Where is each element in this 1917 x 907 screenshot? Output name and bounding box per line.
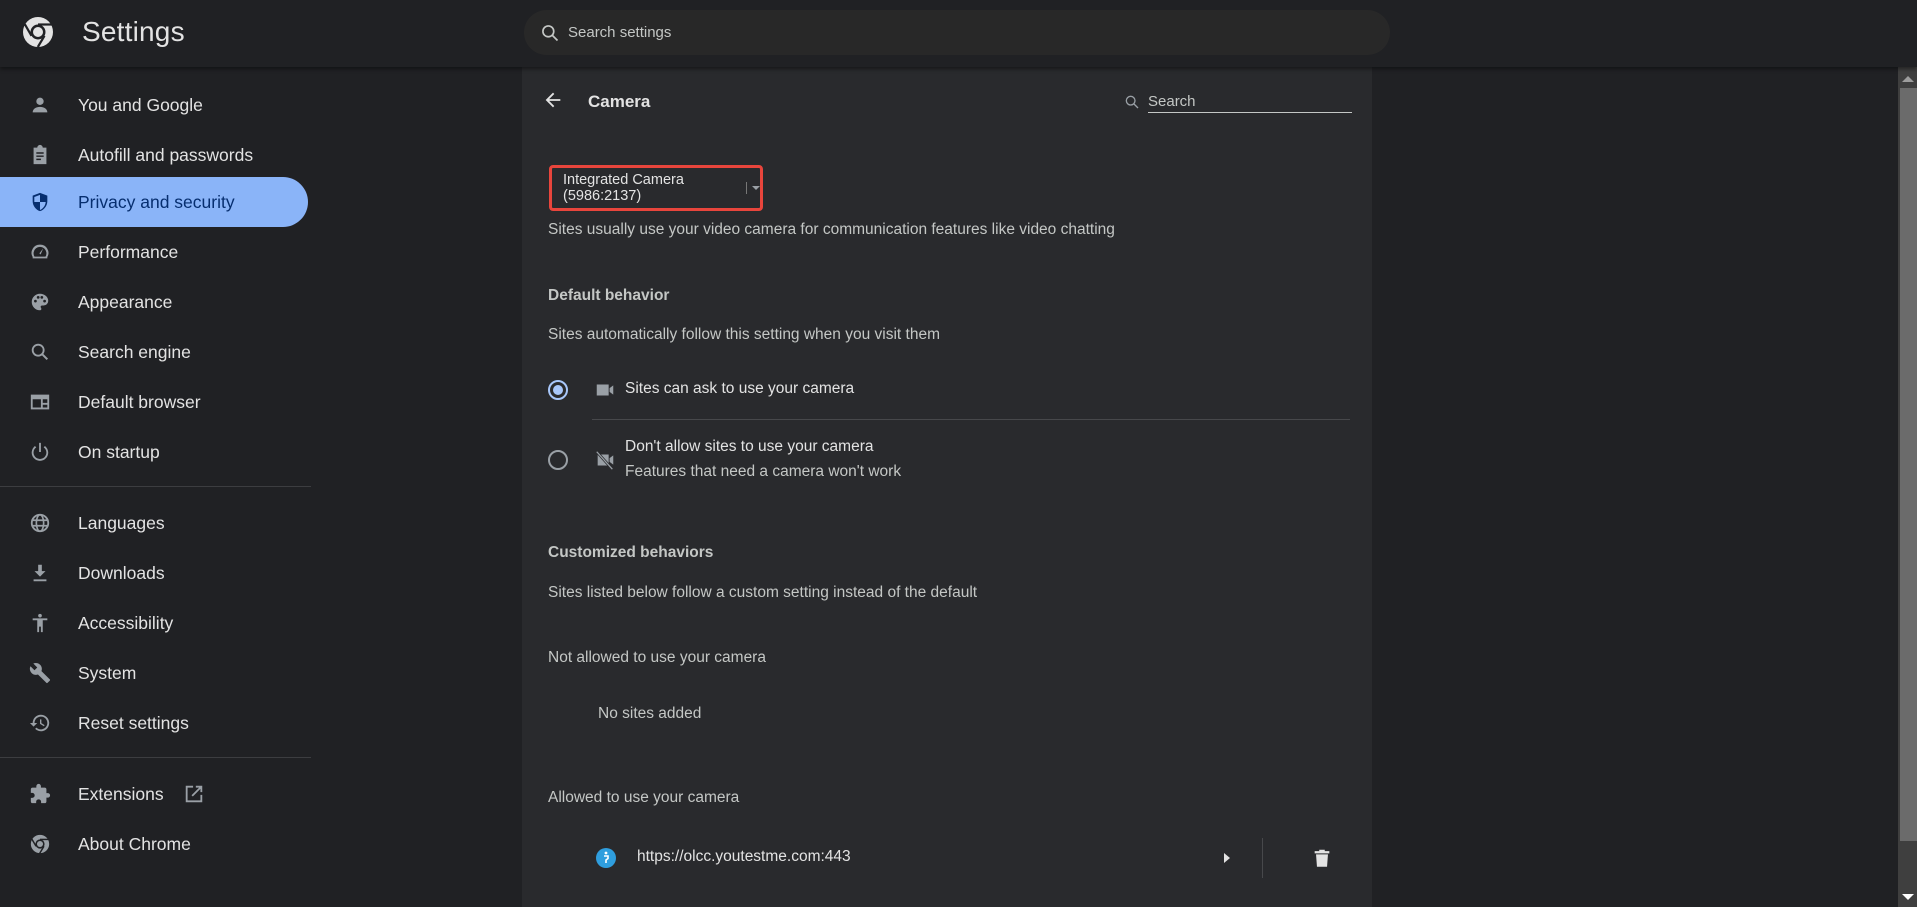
default-behavior-heading: Default behavior [548, 287, 670, 304]
search-settings-box[interactable] [524, 10, 1390, 55]
arrow-back-icon [545, 92, 561, 108]
camera-search-input[interactable] [1148, 91, 1352, 113]
customized-behaviors-heading: Customized behaviors [548, 544, 714, 561]
page-scrollbar[interactable] [1898, 67, 1917, 907]
no-sites-added-text: No sites added [598, 705, 702, 722]
sidebar-item-label: Privacy and security [78, 191, 235, 212]
card-header: Camera [522, 67, 1372, 137]
puzzle-icon [28, 782, 52, 806]
customized-behaviors-description: Sites listed below follow a custom setti… [548, 584, 978, 601]
sidebar-item-label: Search engine [78, 341, 191, 362]
sidebar-item-label: Reset settings [78, 712, 189, 733]
site-url: https://olcc.youtestme.com:443 [637, 848, 851, 865]
sidebar-item-autofill[interactable]: Autofill and passwords [0, 130, 308, 180]
speedometer-icon [28, 240, 52, 264]
scroll-down-arrow[interactable] [1902, 894, 1914, 900]
sidebar-item-reset-settings[interactable]: Reset settings [0, 698, 308, 748]
search-icon [542, 24, 559, 41]
person-icon [28, 93, 52, 117]
sidebar-item-system[interactable]: System [0, 648, 308, 698]
site-row-divider [1262, 838, 1263, 878]
shield-icon [28, 190, 52, 214]
download-icon [28, 561, 52, 585]
sidebar-item-label: System [78, 662, 137, 683]
back-button[interactable] [542, 89, 566, 113]
sidebar: You and Google Autofill and passwords Pr… [0, 67, 320, 907]
sidebar-item-default-browser[interactable]: Default browser [0, 377, 308, 427]
sidebar-item-extensions[interactable]: Extensions [0, 769, 308, 819]
accessibility-icon [28, 611, 52, 635]
history-icon [28, 711, 52, 735]
sidebar-item-accessibility[interactable]: Accessibility [0, 598, 308, 648]
sidebar-item-on-startup[interactable]: On startup [0, 427, 308, 477]
top-bar: Settings [0, 0, 1917, 67]
search-icon [1125, 95, 1139, 109]
sidebar-item-search-engine[interactable]: Search engine [0, 327, 308, 377]
sidebar-item-label: You and Google [78, 94, 203, 115]
camera-settings-card: Camera Integrated Camera (5986:2137) Sit… [522, 67, 1372, 907]
camera-description: Sites usually use your video camera for … [548, 221, 1115, 238]
arrow-right-icon [1224, 853, 1230, 863]
globe-icon [28, 511, 52, 535]
option-divider [592, 419, 1350, 420]
sidebar-item-label: Languages [78, 512, 165, 533]
scroll-thumb[interactable] [1900, 88, 1917, 841]
search-settings-input[interactable] [568, 24, 1348, 41]
sidebar-item-label: Autofill and passwords [78, 144, 254, 165]
sidebar-item-label: Appearance [78, 291, 173, 312]
sidebar-item-appearance[interactable]: Appearance [0, 277, 308, 327]
sidebar-item-label: About Chrome [78, 833, 191, 854]
search-icon [28, 340, 52, 364]
videocam-off-icon [594, 449, 616, 471]
sidebar-item-about-chrome[interactable]: About Chrome [0, 819, 308, 869]
sidebar-item-performance[interactable]: Performance [0, 227, 308, 277]
sidebar-divider [0, 486, 311, 487]
default-behavior-description: Sites automatically follow this setting … [548, 326, 940, 343]
sidebar-divider [0, 757, 311, 758]
clipboard-icon [28, 143, 52, 167]
app-title: Settings [82, 16, 185, 47]
sidebar-item-label: On startup [78, 441, 160, 462]
radio-dont-allow[interactable] [548, 450, 568, 470]
radio-sites-can-ask[interactable] [548, 380, 568, 400]
chrome-icon [28, 832, 52, 856]
camera-device-value: Integrated Camera (5986:2137) [563, 172, 684, 204]
sidebar-item-label: Extensions [78, 783, 164, 804]
option-dont-allow-sublabel: Features that need a camera won't work [625, 463, 902, 480]
dropdown-caret-icon [752, 186, 760, 190]
page-title: Camera [588, 92, 651, 111]
allowed-heading: Allowed to use your camera [548, 789, 740, 806]
sidebar-item-label: Performance [78, 241, 179, 262]
scroll-up-arrow[interactable] [1902, 76, 1914, 82]
site-favicon-icon [596, 848, 616, 868]
open-in-new-icon [183, 783, 205, 805]
not-allowed-heading: Not allowed to use your camera [548, 649, 766, 666]
chrome-logo-icon [22, 16, 54, 48]
sidebar-item-you-and-google[interactable]: You and Google [0, 80, 308, 130]
sidebar-item-label: Accessibility [78, 612, 174, 633]
camera-device-select[interactable]: Integrated Camera (5986:2137) [549, 165, 763, 211]
power-icon [28, 440, 52, 464]
palette-icon [28, 290, 52, 314]
option-sites-can-ask-label: Sites can ask to use your camera [625, 380, 855, 397]
sidebar-item-downloads[interactable]: Downloads [0, 548, 308, 598]
videocam-icon [594, 379, 616, 401]
sidebar-item-languages[interactable]: Languages [0, 498, 308, 548]
site-list-item[interactable]: https://olcc.youtestme.com:443 [522, 834, 1372, 882]
sidebar-item-privacy-and-security[interactable]: Privacy and security [0, 177, 308, 227]
option-dont-allow-label: Don't allow sites to use your camera [625, 438, 874, 455]
site-details-arrow[interactable] [1217, 848, 1237, 868]
sidebar-item-label: Downloads [78, 562, 165, 583]
wrench-icon [28, 661, 52, 685]
camera-search[interactable] [1124, 91, 1352, 115]
sidebar-item-label: Default browser [78, 391, 201, 412]
delete-site-button[interactable] [1311, 847, 1333, 869]
select-divider [746, 182, 747, 194]
trash-icon [1314, 849, 1330, 867]
browser-icon [28, 390, 52, 414]
